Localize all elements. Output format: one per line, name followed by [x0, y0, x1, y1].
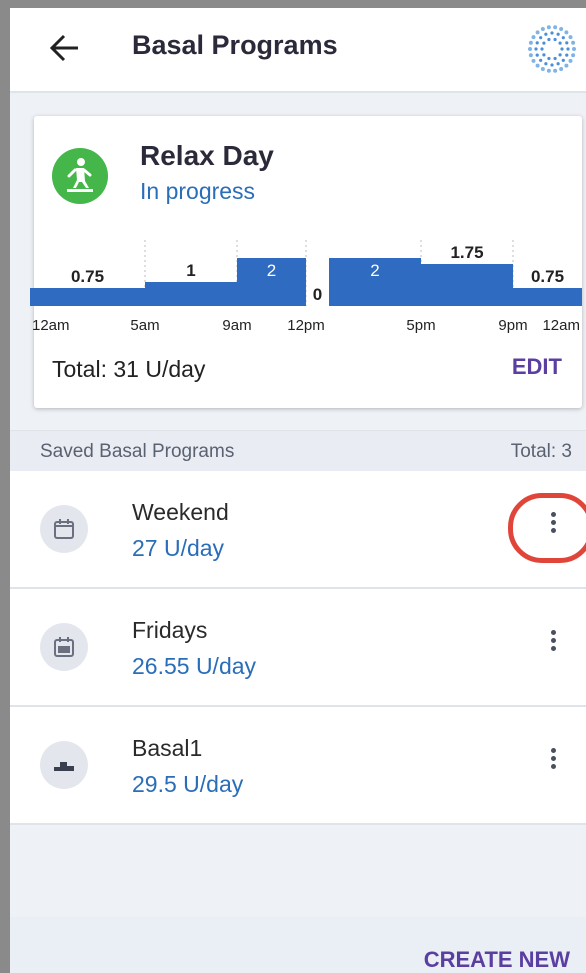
- list-item-weekend[interactable]: Weekend 27 U/day: [10, 471, 586, 589]
- edit-button[interactable]: EDIT: [512, 354, 562, 380]
- chart-data-label: 2: [267, 261, 276, 280]
- chart-tick-label: 9am: [222, 317, 251, 334]
- chart-data-label: 0.75: [531, 267, 564, 286]
- person-relaxing-icon: [52, 148, 108, 204]
- daily-total: Total: 31 U/day: [52, 356, 206, 382]
- program-total: 29.5 U/day: [132, 771, 244, 797]
- create-new-button[interactable]: CREATE NEW: [424, 947, 570, 973]
- calendar-grid-icon: [40, 623, 88, 671]
- basal-steps-icon: [40, 741, 88, 789]
- chart-tick-label: 12am: [32, 317, 70, 334]
- basal-rate-chart: 0.75 1 2 0 2 1.75 0.75 12am 5am 9am 12pm 5pm 9pm 12am: [30, 240, 582, 334]
- chart-tick-label: 5pm: [406, 317, 435, 334]
- chart-tick-label: 5am: [130, 317, 159, 334]
- program-status: In progress: [140, 178, 256, 204]
- chart-bar: [145, 282, 237, 306]
- saved-programs-header: Saved Basal Programs Total: 3: [10, 430, 586, 472]
- chart-data-label: 0: [313, 285, 322, 304]
- chart-bar: [513, 288, 582, 306]
- arrow-left-icon[interactable]: [48, 30, 82, 66]
- program-name: Relax Day: [140, 140, 274, 171]
- chart-data-label: 1: [186, 261, 195, 280]
- page-title: Basal Programs: [132, 30, 338, 60]
- program-name: Basal1: [132, 735, 203, 761]
- program-name: Fridays: [132, 617, 208, 643]
- chart-data-label: 1.75: [450, 243, 483, 262]
- saved-programs-list: Weekend 27 U/day Fridays 26.55 U/day Bas…: [10, 471, 586, 825]
- more-options-icon[interactable]: [544, 627, 562, 667]
- chart-tick-label: 12am: [542, 317, 580, 334]
- list-item-basal1[interactable]: Basal1 29.5 U/day: [10, 707, 586, 825]
- program-total: 27 U/day: [132, 535, 225, 561]
- program-name: Weekend: [132, 499, 229, 525]
- bottom-action-bar: CREATE NEW: [10, 917, 586, 973]
- more-options-icon[interactable]: [544, 745, 562, 785]
- chart-data-label: 0.75: [71, 267, 104, 286]
- saved-programs-total: Total: 3: [510, 441, 572, 462]
- saved-programs-label: Saved Basal Programs: [40, 441, 235, 462]
- chart-bar: [30, 288, 145, 306]
- active-program-card: Relax Day In progress 0.75 1 2 0 2 1.75 0.75 12…: [30, 116, 582, 408]
- list-item-fridays[interactable]: Fridays 26.55 U/day: [10, 589, 586, 707]
- chart-tick-label: 9pm: [498, 317, 527, 334]
- pod-status-icon[interactable]: [525, 22, 579, 76]
- app-header: Basal Programs: [10, 8, 586, 93]
- more-options-icon[interactable]: [544, 509, 562, 549]
- chart-data-label: 2: [370, 261, 379, 280]
- program-total: 26.55 U/day: [132, 653, 257, 679]
- calendar-icon: [40, 505, 88, 553]
- chart-bar: [421, 264, 513, 306]
- chart-tick-label: 12pm: [287, 317, 325, 334]
